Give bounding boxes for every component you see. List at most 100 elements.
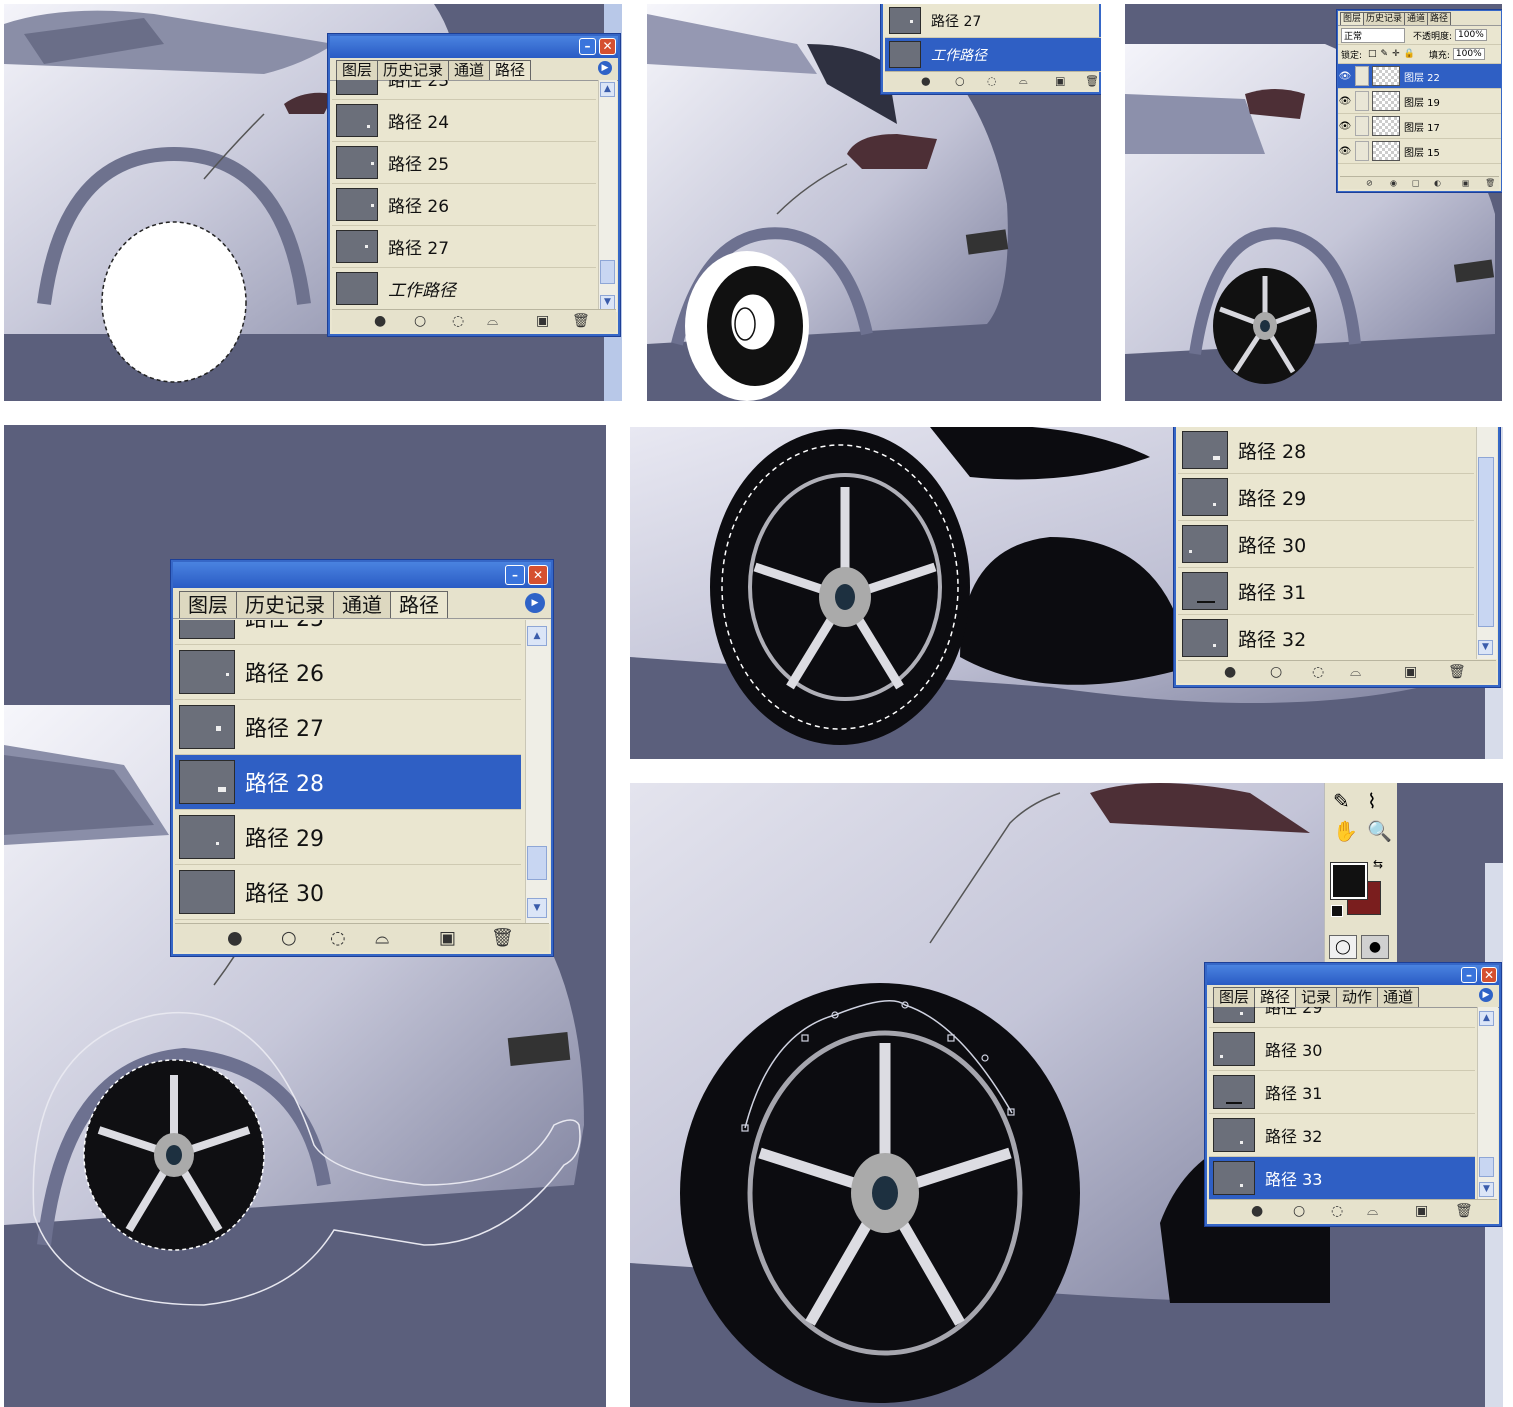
palette-titlebar[interactable]: – ✕ bbox=[173, 562, 551, 588]
opacity-value[interactable]: 100% bbox=[1455, 29, 1487, 41]
make-work-path-icon[interactable]: ⌓ bbox=[1367, 1203, 1378, 1219]
close-button[interactable]: ✕ bbox=[528, 565, 548, 585]
path-row[interactable]: 路径 25 bbox=[332, 142, 596, 184]
paths-scrollbar[interactable]: ▲ ▼ bbox=[1477, 1007, 1498, 1199]
path-row[interactable]: 路径 26 bbox=[175, 645, 521, 700]
tab-history[interactable]: 历史记录 bbox=[1363, 12, 1406, 25]
palette-menu-icon[interactable]: ▶ bbox=[1479, 988, 1493, 1002]
blend-mode-select[interactable]: 正常 bbox=[1341, 27, 1405, 43]
tab-layers[interactable]: 图层 bbox=[336, 60, 379, 80]
layer-row[interactable]: 👁 图层 22 bbox=[1338, 64, 1501, 89]
path-row[interactable]: 路径 24 bbox=[332, 100, 596, 142]
stroke-path-icon[interactable]: ○ bbox=[1270, 664, 1282, 680]
scroll-down-arrow[interactable]: ▼ bbox=[1478, 640, 1493, 655]
scroll-thumb[interactable] bbox=[600, 260, 615, 284]
new-path-icon[interactable]: ▣ bbox=[1415, 1203, 1428, 1219]
scroll-up-arrow[interactable]: ▲ bbox=[1479, 1011, 1494, 1026]
path-row-selected[interactable]: 路径 33 bbox=[1209, 1157, 1475, 1199]
new-path-icon[interactable]: ▣ bbox=[439, 928, 456, 949]
load-selection-icon[interactable]: ◌ bbox=[330, 928, 346, 949]
path-row[interactable]: 路径 29 bbox=[175, 810, 521, 865]
trash-icon[interactable]: 🗑 bbox=[1485, 179, 1495, 188]
trash-icon[interactable]: 🗑 bbox=[1448, 664, 1466, 680]
layer-row[interactable]: 👁 图层 19 bbox=[1338, 89, 1501, 114]
tab-paths[interactable]: 路径 bbox=[1254, 987, 1297, 1007]
make-work-path-icon[interactable]: ⌓ bbox=[375, 928, 389, 949]
quick-mask-button[interactable]: ● bbox=[1361, 935, 1389, 959]
scroll-up-arrow[interactable]: ▲ bbox=[527, 626, 547, 646]
link-layers-icon[interactable]: ⊘ bbox=[1366, 179, 1373, 188]
stroke-path-icon[interactable]: ○ bbox=[1293, 1203, 1305, 1219]
hand-tool-icon[interactable]: ✋ bbox=[1333, 819, 1358, 843]
path-row[interactable]: 路径 30 bbox=[1178, 521, 1474, 568]
new-layer-icon[interactable]: ▣ bbox=[1462, 179, 1470, 188]
path-row[interactable]: 路径 25 bbox=[175, 620, 521, 645]
trash-icon[interactable]: 🗑 bbox=[1455, 1203, 1473, 1219]
fill-path-icon[interactable]: ● bbox=[374, 313, 386, 329]
adjustment-icon[interactable]: ◐ bbox=[1434, 179, 1441, 188]
swap-colors-icon[interactable]: ⇆ bbox=[1373, 857, 1383, 871]
layer-row[interactable]: 👁 图层 17 bbox=[1338, 114, 1501, 139]
layer-row[interactable]: 👁 图层 15 bbox=[1338, 139, 1501, 164]
stroke-path-icon[interactable]: ○ bbox=[281, 928, 297, 949]
close-button[interactable]: ✕ bbox=[599, 38, 616, 55]
fill-path-icon[interactable]: ● bbox=[921, 75, 931, 88]
fill-path-icon[interactable]: ● bbox=[1224, 664, 1236, 680]
make-work-path-icon[interactable]: ⌓ bbox=[1350, 664, 1361, 680]
new-path-icon[interactable]: ▣ bbox=[536, 313, 549, 329]
new-path-icon[interactable]: ▣ bbox=[1404, 664, 1417, 680]
path-row[interactable]: 路径 23 bbox=[332, 80, 596, 100]
tab-actions[interactable]: 动作 bbox=[1336, 987, 1379, 1007]
scroll-down-arrow[interactable]: ▼ bbox=[527, 898, 547, 918]
tab-paths[interactable]: 路径 bbox=[390, 591, 448, 618]
zoom-tool-icon[interactable]: 🔍 bbox=[1367, 819, 1392, 843]
path-row[interactable]: 路径 30 bbox=[175, 865, 521, 920]
scroll-down-arrow[interactable]: ▼ bbox=[1479, 1182, 1494, 1197]
tab-layers[interactable]: 图层 bbox=[179, 591, 237, 618]
fill-path-icon[interactable]: ● bbox=[227, 928, 243, 949]
link-box[interactable] bbox=[1355, 91, 1369, 111]
scroll-up-arrow[interactable]: ▲ bbox=[600, 82, 615, 97]
palette-titlebar[interactable]: – ✕ bbox=[1207, 965, 1499, 985]
tab-layers[interactable]: 图层 bbox=[1213, 987, 1256, 1007]
fill-path-icon[interactable]: ● bbox=[1251, 1203, 1263, 1219]
trash-icon[interactable]: 🗑 bbox=[572, 313, 590, 329]
paths-scrollbar[interactable]: ▲ ▼ bbox=[525, 620, 550, 924]
tab-channels[interactable]: 通道 bbox=[1404, 12, 1429, 25]
make-work-path-icon[interactable]: ⌓ bbox=[1019, 74, 1028, 88]
tab-history[interactable]: 历史记录 bbox=[377, 60, 450, 80]
link-box[interactable] bbox=[1355, 141, 1369, 161]
work-path-row[interactable]: 工作路径 bbox=[332, 268, 596, 310]
load-selection-icon[interactable]: ◌ bbox=[452, 313, 464, 329]
scroll-down-arrow[interactable]: ▼ bbox=[600, 295, 615, 310]
lock-icons[interactable]: □✎✛🔒 bbox=[1368, 49, 1419, 59]
tab-layers[interactable]: 图层 bbox=[1340, 12, 1365, 25]
make-work-path-icon[interactable]: ⌓ bbox=[487, 313, 498, 329]
notes-tool-icon[interactable]: ✎ bbox=[1333, 789, 1350, 813]
tab-history[interactable]: 历史记录 bbox=[236, 591, 334, 618]
tab-channels[interactable]: 通道 bbox=[333, 591, 391, 618]
load-selection-icon[interactable]: ◌ bbox=[987, 75, 997, 88]
path-row[interactable]: 路径 31 bbox=[1209, 1071, 1475, 1114]
foreground-color-swatch[interactable] bbox=[1330, 862, 1368, 900]
default-colors-icon[interactable] bbox=[1331, 905, 1343, 917]
path-row[interactable]: 路径 29 bbox=[1209, 1007, 1475, 1028]
load-selection-icon[interactable]: ◌ bbox=[1312, 664, 1324, 680]
path-row[interactable]: 路径 28 bbox=[1178, 427, 1474, 474]
paths-scrollbar[interactable]: ▲ ▼ bbox=[598, 80, 617, 312]
tab-channels[interactable]: 通道 bbox=[1377, 987, 1420, 1007]
work-path-row[interactable]: 工作路径 bbox=[885, 38, 1101, 72]
path-row[interactable]: 路径 31 bbox=[1178, 568, 1474, 615]
eye-icon[interactable]: 👁 bbox=[1338, 146, 1352, 157]
palette-menu-icon[interactable]: ▶ bbox=[525, 593, 545, 613]
paths-scrollbar[interactable]: ▼ bbox=[1476, 427, 1497, 659]
eye-icon[interactable]: 👁 bbox=[1338, 96, 1352, 107]
path-row-selected[interactable]: 路径 28 bbox=[175, 755, 521, 810]
path-row[interactable]: 路径 26 bbox=[332, 184, 596, 226]
link-box[interactable] bbox=[1355, 116, 1369, 136]
load-selection-icon[interactable]: ◌ bbox=[1331, 1203, 1343, 1219]
palette-titlebar[interactable]: – ✕ bbox=[330, 36, 618, 58]
palette-menu-icon[interactable]: ▶ bbox=[598, 61, 612, 75]
tab-paths[interactable]: 路径 bbox=[489, 60, 532, 80]
tab-paths[interactable]: 路径 bbox=[1427, 12, 1452, 25]
